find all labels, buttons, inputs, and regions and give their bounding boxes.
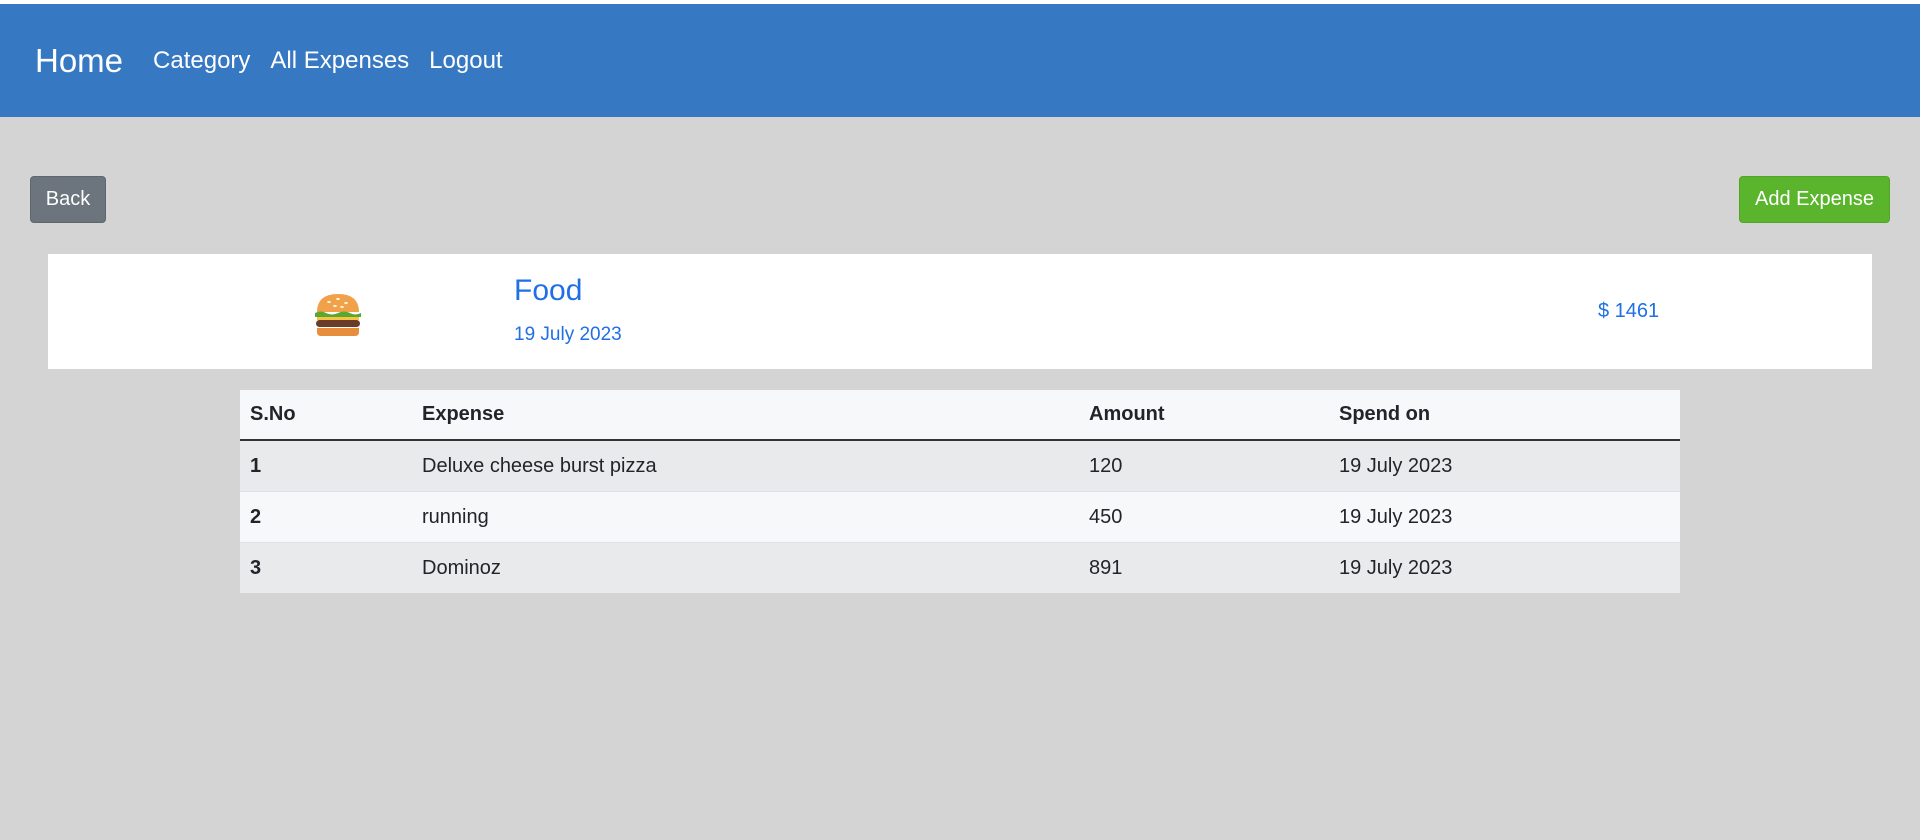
table-row: 1 Deluxe cheese burst pizza 120 19 July … — [240, 439, 1680, 492]
burger-icon — [313, 292, 363, 338]
row-sno: 3 — [240, 542, 412, 593]
row-amount: 450 — [1079, 491, 1329, 543]
add-expense-button[interactable]: Add Expense — [1739, 176, 1890, 223]
table-header-row: S.No Expense Amount Spend on — [240, 390, 1680, 441]
header-amount: Amount — [1079, 390, 1329, 441]
row-amount: 120 — [1079, 439, 1329, 492]
header-spend-on: Spend on — [1329, 390, 1680, 441]
nav-logout-link[interactable]: Logout — [429, 47, 502, 75]
back-button[interactable]: Back — [30, 176, 106, 223]
header-expense: Expense — [412, 390, 1079, 441]
category-date: 19 July 2023 — [514, 324, 622, 345]
table-row: 2 running 450 19 July 2023 — [240, 491, 1680, 543]
row-expense: Dominoz — [412, 542, 1079, 593]
category-total: $ 1461 — [1598, 300, 1660, 322]
row-spend-on: 19 July 2023 — [1329, 491, 1680, 543]
row-sno: 1 — [240, 439, 412, 492]
category-card: Food 19 July 2023 $ 1461 — [48, 254, 1872, 369]
table-row: 3 Dominoz 891 19 July 2023 — [240, 542, 1680, 593]
row-expense: running — [412, 491, 1079, 543]
header-sno: S.No — [240, 390, 412, 441]
row-expense: Deluxe cheese burst pizza — [412, 439, 1079, 492]
category-title: Food — [514, 274, 583, 307]
navbar: Home Category All Expenses Logout — [0, 4, 1920, 117]
row-spend-on: 19 July 2023 — [1329, 542, 1680, 593]
row-amount: 891 — [1079, 542, 1329, 593]
nav-home-link[interactable]: Home — [35, 42, 123, 80]
row-sno: 2 — [240, 491, 412, 543]
nav-category-link[interactable]: Category — [153, 47, 250, 75]
expenses-table: S.No Expense Amount Spend on 1 Deluxe ch… — [240, 390, 1680, 593]
nav-all-expenses-link[interactable]: All Expenses — [270, 47, 409, 75]
row-spend-on: 19 July 2023 — [1329, 439, 1680, 492]
